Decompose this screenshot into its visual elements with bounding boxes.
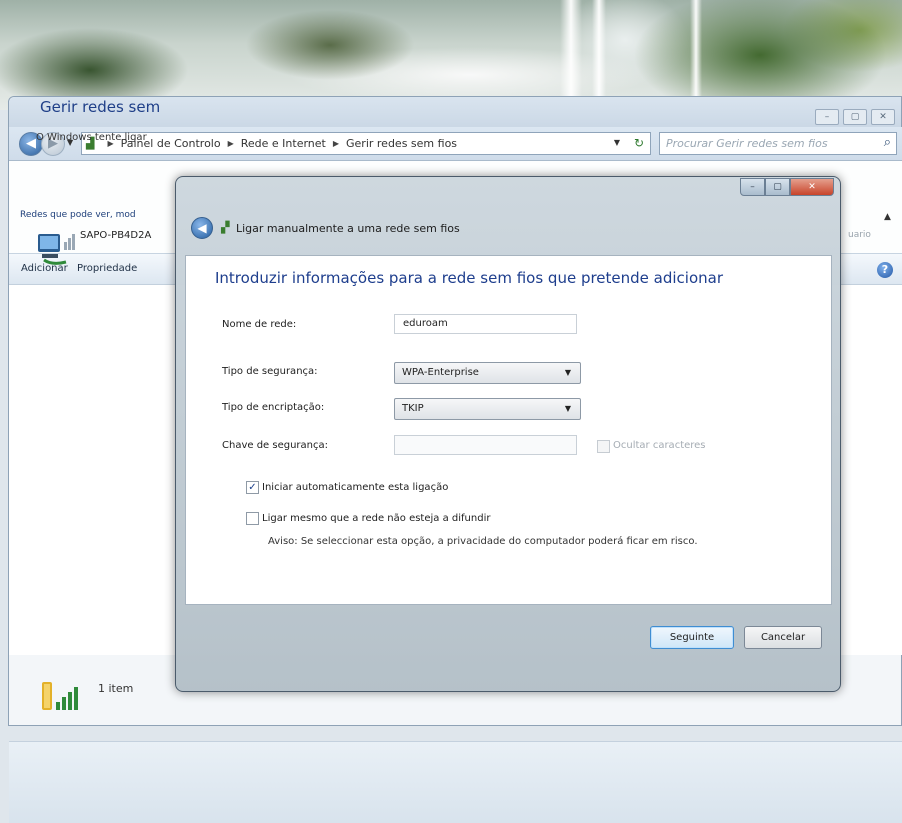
- auto-start-checkbox[interactable]: ✓: [246, 481, 259, 494]
- page-subtitle: O Windows tente ligar: [36, 132, 147, 143]
- address-dropdown-icon[interactable]: ▼: [614, 138, 620, 147]
- hide-characters-checkbox[interactable]: [597, 440, 610, 453]
- network-name-field[interactable]: eduroam: [394, 314, 577, 334]
- search-placeholder: Procurar Gerir redes sem fios: [666, 137, 828, 150]
- window-controls: – ▢ ✕: [815, 109, 895, 125]
- details-pane: [9, 741, 902, 823]
- page-title: Gerir redes sem: [40, 98, 161, 116]
- dialog-minimize-button[interactable]: –: [740, 178, 765, 196]
- desktop-wallpaper: [0, 0, 902, 110]
- dialog-heading: Introduzir informações para a rede sem f…: [215, 269, 724, 287]
- close-button[interactable]: ✕: [871, 109, 895, 125]
- cancel-button[interactable]: Cancelar: [744, 626, 822, 649]
- breadcrumb-manage-wireless[interactable]: Gerir redes sem fios: [346, 137, 457, 150]
- address-bar[interactable]: ▟ ▶ Painel de Controlo ▶ Rede e Internet…: [81, 132, 651, 155]
- scroll-up-icon[interactable]: ▲: [884, 212, 891, 222]
- refresh-icon[interactable]: ↻: [634, 136, 644, 150]
- breadcrumb-separator-icon: ▶: [332, 139, 340, 148]
- network-name-label: Nome de rede:: [222, 319, 297, 330]
- chevron-down-icon: ▼: [564, 368, 571, 377]
- back-arrow-icon[interactable]: ◀: [191, 217, 213, 239]
- breadcrumb-network-internet[interactable]: Rede e Internet: [241, 137, 326, 150]
- wallpaper-detail: [592, 0, 606, 110]
- maximize-button[interactable]: ▢: [843, 109, 867, 125]
- security-key-label: Chave de segurança:: [222, 440, 328, 451]
- wallpaper-detail: [690, 0, 702, 110]
- connect-hidden-checkbox[interactable]: [246, 512, 259, 525]
- encryption-type-value: TKIP: [402, 403, 424, 414]
- encryption-type-label: Tipo de encriptação:: [222, 402, 325, 413]
- wireless-network-icon: [42, 682, 78, 710]
- breadcrumb-separator-icon: ▶: [227, 139, 234, 148]
- dialog-window-controls: – ▢ ✕: [740, 178, 834, 196]
- manual-connect-dialog: – ▢ ✕ ◀ ▞ Ligar manualmente a uma rede s…: [175, 176, 841, 692]
- wireless-network-icon[interactable]: [36, 228, 78, 268]
- next-button[interactable]: Seguinte: [650, 626, 734, 649]
- dialog-title: Ligar manualmente a uma rede sem fios: [236, 222, 460, 235]
- security-type-label: Tipo de segurança:: [222, 366, 318, 377]
- status-item-count: 1 item: [98, 682, 134, 695]
- encryption-type-select[interactable]: TKIP ▼: [394, 398, 581, 420]
- minimize-button[interactable]: –: [815, 109, 839, 125]
- dialog-close-button[interactable]: ✕: [790, 178, 834, 196]
- help-icon[interactable]: ?: [877, 262, 893, 278]
- wireless-signal-icon: ▞: [221, 221, 230, 234]
- search-input[interactable]: Procurar Gerir redes sem fios ⌕: [659, 132, 897, 155]
- column-hint: uario: [848, 230, 871, 240]
- list-header: Redes que pode ver, mod: [20, 210, 136, 220]
- security-key-field[interactable]: [394, 435, 577, 455]
- security-type-select[interactable]: WPA-Enterprise ▼: [394, 362, 581, 384]
- search-icon[interactable]: ⌕: [884, 135, 891, 150]
- connect-hidden-label[interactable]: Ligar mesmo que a rede não esteja a difu…: [262, 513, 490, 524]
- privacy-warning: Aviso: Se seleccionar esta opção, a priv…: [268, 536, 698, 547]
- properties-button[interactable]: Propriedade: [77, 263, 137, 274]
- auto-start-label[interactable]: Iniciar automaticamente esta ligação: [262, 482, 448, 493]
- dialog-body: Introduzir informações para a rede sem f…: [185, 255, 832, 605]
- dialog-maximize-button[interactable]: ▢: [765, 178, 790, 196]
- security-type-value: WPA-Enterprise: [402, 367, 479, 378]
- chevron-down-icon: ▼: [564, 404, 571, 413]
- hide-characters-label: Ocultar caracteres: [613, 440, 706, 451]
- wallpaper-detail: [560, 0, 582, 110]
- list-item[interactable]: SAPO-PB4D2A: [80, 230, 151, 241]
